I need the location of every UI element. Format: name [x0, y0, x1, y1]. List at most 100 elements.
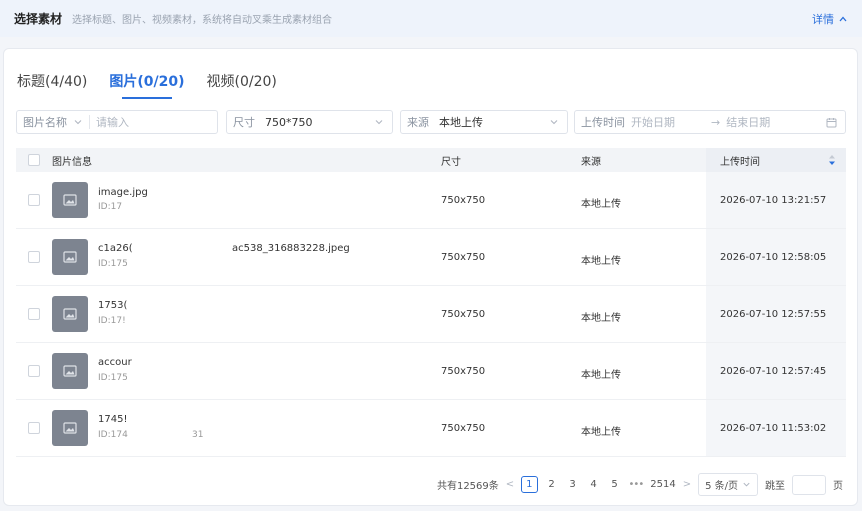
size-label: 尺寸: [233, 116, 255, 129]
table-row[interactable]: accour ID:175 750x750 本地上传 2026-07-10 12…: [16, 343, 846, 400]
column-header-upload-time: 上传时间: [720, 156, 760, 168]
tab-images[interactable]: 图片(0/20): [109, 71, 185, 99]
upload-time: 2026-07-10 12:57:55: [720, 309, 827, 320]
image-id-tail: 31: [192, 430, 204, 440]
image-icon: [63, 308, 77, 320]
page-1[interactable]: 1: [521, 476, 538, 493]
image-name: image.jpg: [98, 187, 148, 198]
image-source: 本地上传: [581, 427, 621, 438]
size-select[interactable]: 尺寸 750*750: [226, 110, 393, 134]
image-thumbnail[interactable]: [52, 410, 88, 446]
image-id: ID:175: [98, 373, 128, 383]
image-id: ID:175: [98, 259, 128, 269]
details-label: 详情: [812, 12, 834, 26]
image-source: 本地上传: [581, 199, 621, 210]
image-thumbnail[interactable]: [52, 353, 88, 389]
section-description: 选择标题、图片、视频素材，系统将自动叉乘生成素材组合: [72, 15, 333, 26]
page-2[interactable]: 2: [545, 479, 559, 490]
next-page-button[interactable]: >: [683, 479, 691, 490]
image-name-tail: ac538_316883228.jpeg: [232, 243, 350, 254]
tab-videos[interactable]: 视频(0/20): [207, 71, 277, 99]
source-value: 本地上传: [439, 116, 483, 129]
upload-time: 2026-07-10 13:21:57: [720, 195, 827, 206]
table-header: 图片信息 尺寸 来源 上传时间: [16, 148, 846, 172]
page-ellipsis[interactable]: •••: [629, 479, 645, 490]
upload-time: 2026-07-10 12:57:45: [720, 366, 827, 377]
image-thumbnail[interactable]: [52, 239, 88, 275]
column-header-info: 图片信息: [52, 156, 92, 168]
page-unit-label: 页: [833, 481, 843, 492]
row-checkbox[interactable]: [28, 194, 40, 206]
image-name: 1745!: [98, 414, 128, 425]
start-date-input[interactable]: 开始日期: [631, 114, 681, 130]
column-header-source: 来源: [581, 156, 601, 168]
size-value: 750*750: [265, 115, 313, 129]
range-arrow: →: [711, 115, 721, 129]
total-count: 共有12569条: [436, 481, 499, 492]
chevron-down-icon: [375, 120, 383, 125]
chevron-down-icon: [550, 120, 558, 125]
goto-page-input[interactable]: [792, 474, 826, 495]
tab-bar: 标题(4/40) 图片(0/20) 视频(0/20): [17, 71, 277, 99]
image-size: 750x750: [441, 366, 486, 377]
image-table: 图片信息 尺寸 来源 上传时间 image.jpg ID:17 750x750 …: [16, 148, 846, 457]
image-id: ID:17!: [98, 316, 126, 326]
image-name: 1753(: [98, 300, 128, 311]
upload-time: 2026-07-10 11:53:02: [720, 423, 827, 434]
page-5[interactable]: 5: [608, 479, 622, 490]
image-icon: [63, 365, 77, 377]
source-select[interactable]: 来源 本地上传: [400, 110, 568, 134]
image-icon: [63, 422, 77, 434]
name-filter-select[interactable]: 图片名称: [17, 114, 73, 130]
page-size-select[interactable]: 5 条/页: [698, 473, 758, 496]
image-source: 本地上传: [581, 370, 621, 381]
chevron-down-icon: [743, 482, 750, 487]
row-checkbox[interactable]: [28, 308, 40, 320]
image-size: 750x750: [441, 195, 486, 206]
page-4[interactable]: 4: [587, 479, 601, 490]
row-checkbox[interactable]: [28, 365, 40, 377]
page-3[interactable]: 3: [566, 479, 580, 490]
top-bar: 选择素材 选择标题、图片、视频素材，系统将自动叉乘生成素材组合 详情: [0, 0, 862, 37]
source-label: 来源: [407, 116, 429, 129]
image-size: 750x750: [441, 423, 486, 434]
sort-icon[interactable]: [828, 154, 836, 166]
table-row[interactable]: image.jpg ID:17 750x750 本地上传 2026-07-10 …: [16, 172, 846, 229]
tab-titles[interactable]: 标题(4/40): [17, 71, 87, 99]
image-source: 本地上传: [581, 256, 621, 267]
details-toggle[interactable]: 详情: [812, 11, 848, 27]
image-name: c1a26(: [98, 243, 133, 254]
row-checkbox[interactable]: [28, 422, 40, 434]
image-thumbnail[interactable]: [52, 182, 88, 218]
table-row[interactable]: 1753( ID:17! 750x750 本地上传 2026-07-10 12:…: [16, 286, 846, 343]
page-last[interactable]: 2514: [650, 479, 675, 490]
upload-time-label: 上传时间: [581, 116, 625, 129]
column-header-size: 尺寸: [441, 156, 461, 168]
table-row[interactable]: 1745! ID:174 31 750x750 本地上传 2026-07-10 …: [16, 400, 846, 457]
material-card: 标题(4/40) 图片(0/20) 视频(0/20) 图片名称 请输入 尺寸 7…: [3, 48, 858, 506]
image-id: ID:174: [98, 430, 128, 440]
image-thumbnail[interactable]: [52, 296, 88, 332]
image-size: 750x750: [441, 252, 486, 263]
upload-time-range[interactable]: 上传时间 开始日期 → 结束日期: [574, 110, 846, 134]
chevron-down-icon[interactable]: [73, 117, 83, 127]
chevron-up-icon: [839, 16, 847, 21]
calendar-icon[interactable]: [826, 117, 837, 128]
section-title: 选择素材: [14, 12, 63, 26]
prev-page-button[interactable]: <: [506, 479, 514, 490]
upload-time: 2026-07-10 12:58:05: [720, 252, 827, 263]
image-icon: [63, 194, 77, 206]
name-filter: 图片名称 请输入: [16, 110, 218, 134]
image-id: ID:17: [98, 202, 123, 212]
pagination: 共有12569条 < 1 2 3 4 5 ••• 2514 > 5 条/页 跳至…: [437, 473, 843, 496]
image-size: 750x750: [441, 309, 486, 320]
row-checkbox[interactable]: [28, 251, 40, 263]
image-source: 本地上传: [581, 313, 621, 324]
image-icon: [63, 251, 77, 263]
end-date-input[interactable]: 结束日期: [720, 114, 776, 130]
name-search-input[interactable]: 请输入: [90, 114, 135, 130]
goto-label: 跳至: [765, 481, 785, 492]
table-row[interactable]: c1a26( ac538_316883228.jpeg ID:175 750x7…: [16, 229, 846, 286]
page-size-value: 5 条/页: [705, 481, 738, 492]
select-all-checkbox[interactable]: [28, 154, 40, 166]
